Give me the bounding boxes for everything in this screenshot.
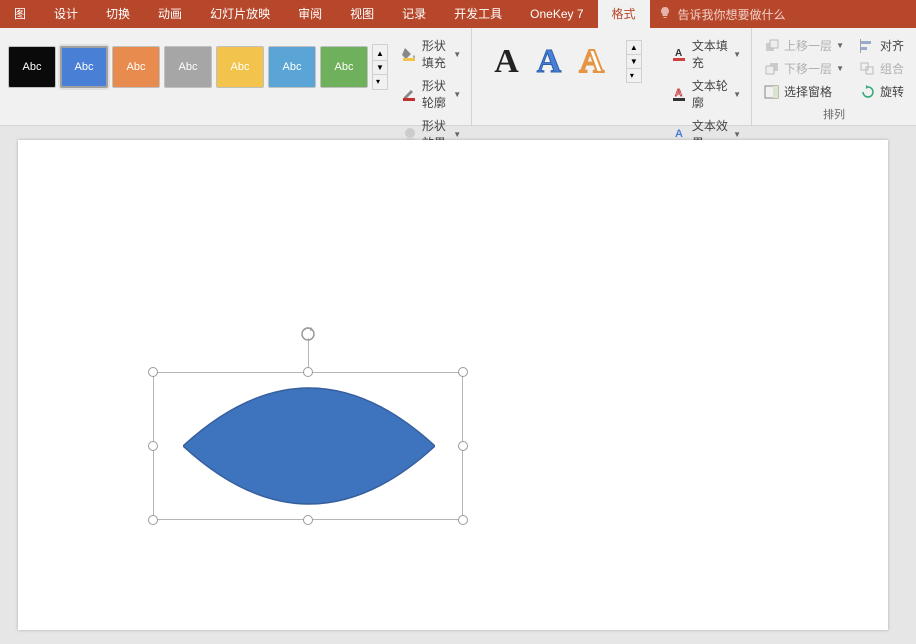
resize-handle-mr[interactable] [458, 441, 468, 451]
menu-design[interactable]: 设计 [40, 0, 92, 28]
group-shape-styles: Abc Abc Abc Abc Abc Abc Abc ▲ ▼ ▾ 形状填充 ▼ [0, 28, 472, 126]
text-outline-label: 文本轮廓 [692, 77, 729, 111]
group-button[interactable]: 组合 [854, 57, 910, 80]
svg-text:A: A [675, 88, 682, 99]
shape-outline-button[interactable]: 形状轮廓 ▼ [398, 74, 465, 114]
text-fill-button[interactable]: A 文本填充 ▼ [668, 34, 745, 74]
chevron-down-icon: ▼ [453, 130, 461, 139]
menu-format[interactable]: 格式 [598, 0, 650, 28]
align-label: 对齐 [880, 37, 904, 54]
resize-handle-ml[interactable] [148, 441, 158, 451]
shape-fill-label: 形状填充 [422, 37, 449, 71]
send-backward-icon [764, 62, 780, 76]
tell-me-search[interactable]: 告诉我你想要做什么 [650, 6, 786, 23]
bulb-icon [658, 6, 672, 23]
text-fill-label: 文本填充 [692, 37, 729, 71]
tell-me-label: 告诉我你想要做什么 [678, 6, 786, 23]
group-label-arrange: 排列 [752, 104, 916, 126]
chevron-down-icon: ▼ [453, 50, 461, 59]
rotation-handle[interactable] [300, 326, 316, 342]
align-button[interactable]: 对齐 [854, 34, 910, 57]
style-swatch-7[interactable]: Abc [320, 46, 368, 88]
resize-handle-tm[interactable] [303, 367, 313, 377]
menu-bar: 图 设计 切换 动画 幻灯片放映 审阅 视图 记录 开发工具 OneKey 7 … [0, 0, 916, 28]
bring-forward-icon [764, 39, 780, 53]
group-icon [860, 62, 876, 76]
gallery-more-icon[interactable]: ▾ [373, 74, 387, 88]
style-swatch-3[interactable]: Abc [112, 46, 160, 88]
menu-tu[interactable]: 图 [0, 0, 40, 28]
paint-bucket-icon [402, 46, 418, 62]
menu-record[interactable]: 记录 [388, 0, 440, 28]
menu-view[interactable]: 视图 [336, 0, 388, 28]
bring-forward-button[interactable]: 上移一层 ▼ [758, 34, 850, 57]
style-swatch-4[interactable]: Abc [164, 46, 212, 88]
svg-text:A: A [675, 48, 682, 59]
group-wordart: A A A ▲ ▼ ▾ A 文本填充 ▼ A 文本轮廓 ▼ [472, 28, 752, 126]
selection-pane-label: 选择窗格 [784, 83, 832, 100]
chevron-down-icon: ▼ [836, 64, 844, 73]
resize-handle-br[interactable] [458, 515, 468, 525]
bring-forward-label: 上移一层 [784, 37, 832, 54]
shape-outline-label: 形状轮廓 [422, 77, 449, 111]
wordart-style-3[interactable]: A [579, 43, 604, 81]
pen-icon [402, 86, 418, 102]
gallery-down-icon[interactable]: ▼ [373, 60, 387, 74]
svg-text:A: A [675, 128, 683, 140]
wordart-style-2[interactable]: A [537, 43, 562, 81]
chevron-down-icon: ▼ [733, 50, 741, 59]
menu-transition[interactable]: 切换 [92, 0, 144, 28]
rotation-connector [308, 338, 309, 367]
rotate-button[interactable]: 旋转 [854, 80, 910, 103]
text-outline-button[interactable]: A 文本轮廓 ▼ [668, 74, 745, 114]
wa-gallery-up-icon[interactable]: ▲ [627, 41, 641, 54]
send-backward-button[interactable]: 下移一层 ▼ [758, 57, 850, 80]
menu-review[interactable]: 审阅 [284, 0, 336, 28]
wordart-style-1[interactable]: A [494, 43, 519, 81]
chevron-down-icon: ▼ [733, 130, 741, 139]
canvas-area [0, 126, 916, 644]
slide[interactable] [18, 140, 888, 630]
style-swatch-6[interactable]: Abc [268, 46, 316, 88]
group-label: 组合 [880, 60, 904, 77]
resize-handle-tl[interactable] [148, 367, 158, 377]
text-outline-icon: A [672, 86, 688, 102]
style-swatch-1[interactable]: Abc [8, 46, 56, 88]
resize-handle-bl[interactable] [148, 515, 158, 525]
align-icon [860, 39, 876, 53]
gallery-up-icon[interactable]: ▲ [373, 47, 387, 60]
selection-pane-icon [764, 85, 780, 99]
style-swatch-5[interactable]: Abc [216, 46, 264, 88]
send-backward-label: 下移一层 [784, 60, 832, 77]
shape-selection[interactable] [153, 372, 463, 520]
chevron-down-icon: ▼ [733, 90, 741, 99]
ribbon: Abc Abc Abc Abc Abc Abc Abc ▲ ▼ ▾ 形状填充 ▼ [0, 28, 916, 126]
menu-animation[interactable]: 动画 [144, 0, 196, 28]
group-arrange: 上移一层 ▼ 下移一层 ▼ 选择窗格 对齐 [752, 28, 916, 126]
shape-fill-button[interactable]: 形状填充 ▼ [398, 34, 465, 74]
text-fill-icon: A [672, 46, 688, 62]
style-swatch-2[interactable]: Abc [60, 46, 108, 88]
menu-onekey[interactable]: OneKey 7 [516, 0, 597, 28]
rotate-icon [860, 85, 876, 99]
eye-shape[interactable] [183, 380, 435, 512]
wa-gallery-more-icon[interactable]: ▾ [627, 68, 641, 82]
chevron-down-icon: ▼ [836, 41, 844, 50]
selection-pane-button[interactable]: 选择窗格 [758, 80, 850, 103]
resize-handle-tr[interactable] [458, 367, 468, 377]
rotate-label: 旋转 [880, 83, 904, 100]
chevron-down-icon: ▼ [453, 90, 461, 99]
wa-gallery-down-icon[interactable]: ▼ [627, 54, 641, 68]
resize-handle-bm[interactable] [303, 515, 313, 525]
menu-slideshow[interactable]: 幻灯片放映 [196, 0, 284, 28]
menu-developer[interactable]: 开发工具 [440, 0, 516, 28]
